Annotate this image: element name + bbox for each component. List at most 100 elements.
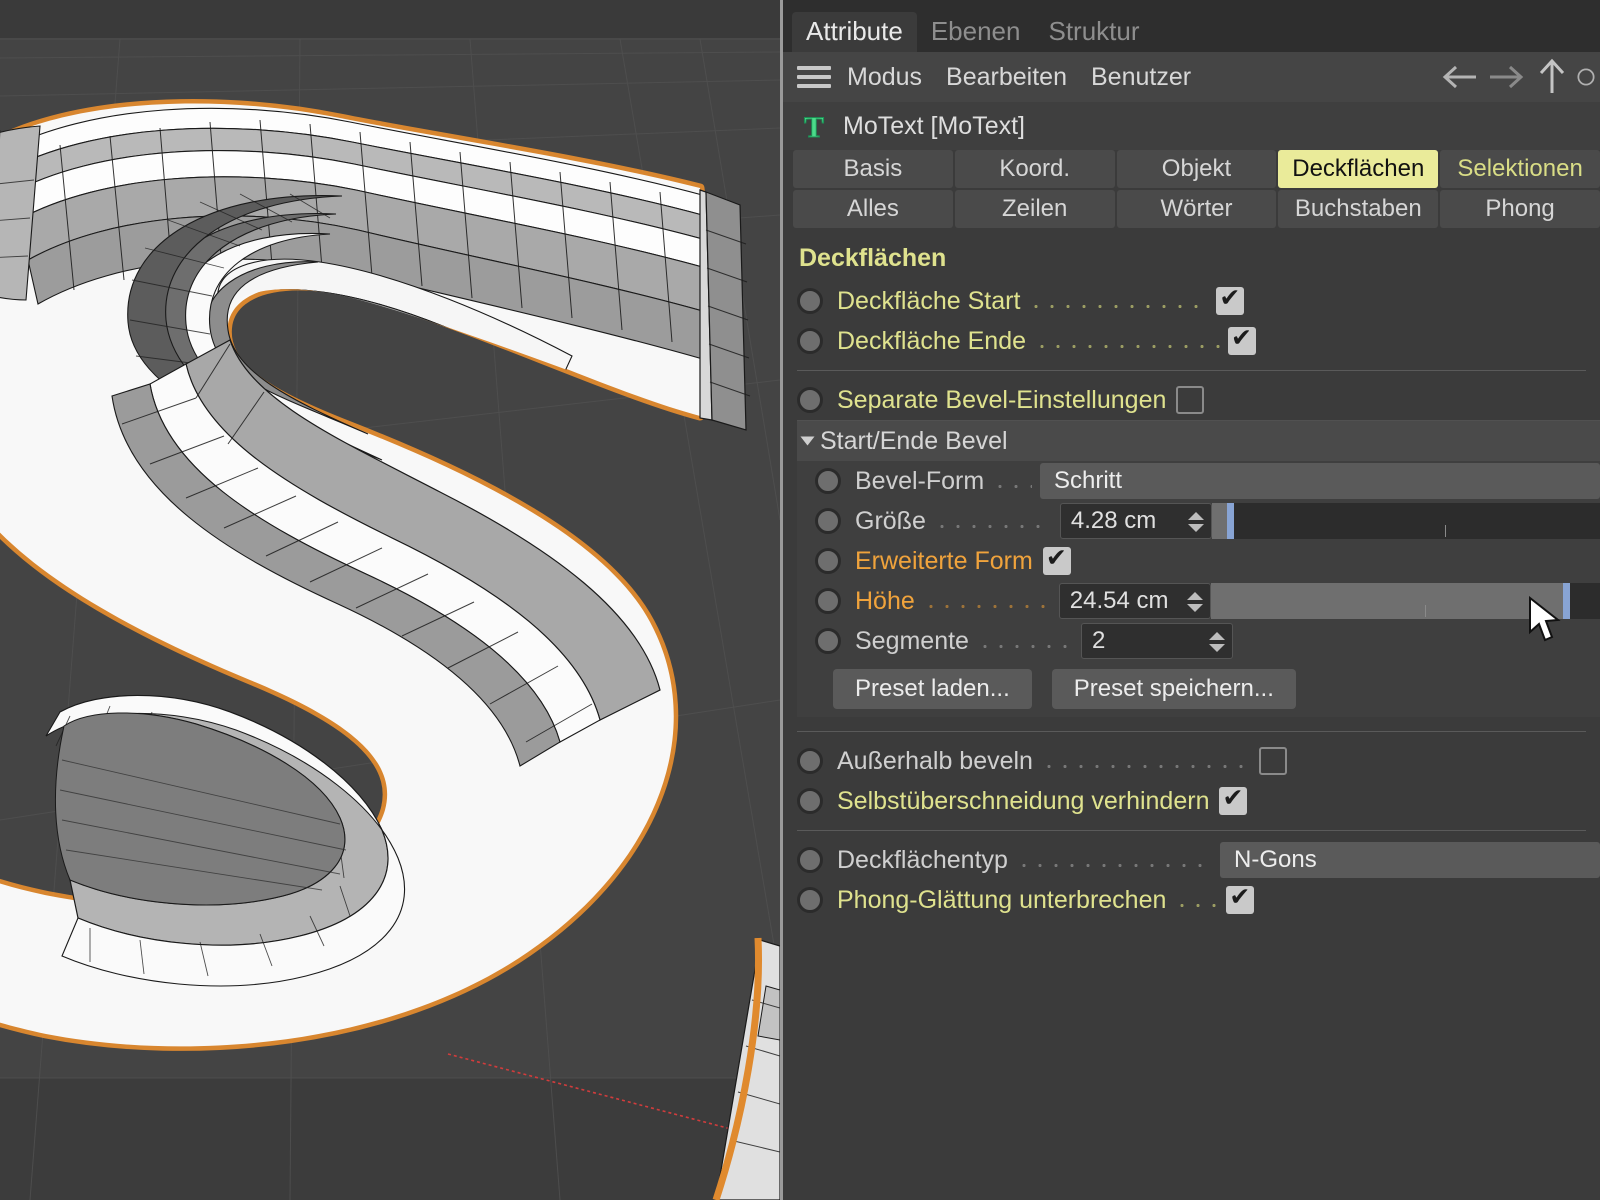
arrow-left-icon[interactable]	[1438, 57, 1482, 97]
row-separate-bevel: Separate Bevel-Einstellungen	[783, 380, 1600, 420]
tab-zeilen[interactable]: Zeilen	[954, 190, 1115, 228]
row-phong-glaettung: Phong-Glättung unterbrechen	[783, 880, 1600, 920]
animate-dot-separate-bevel[interactable]	[797, 387, 823, 413]
row-deckflaechentyp: Deckflächentyp N-Gons	[783, 840, 1600, 880]
checkbox-separate-bevel[interactable]	[1176, 386, 1205, 414]
animate-dot-selbstueberschneidung[interactable]	[797, 788, 823, 814]
checkbox-selbstueberschneidung[interactable]	[1219, 783, 1248, 815]
slider-knob	[1563, 583, 1571, 619]
s-right-endcap	[699, 189, 751, 431]
label-groesse: Größe	[855, 506, 926, 535]
divider	[797, 370, 1586, 371]
attribute-tab-row-1: Basis Koord. Objekt Deckflächen Selektio…	[793, 150, 1600, 188]
label-separate-bevel: Separate Bevel-Einstellungen	[837, 385, 1167, 414]
row-ausserhalb-beveln: Außerhalb beveln	[783, 741, 1600, 781]
value-hoehe: 24.54 cm	[1069, 587, 1169, 614]
animate-dot-phong-glaettung[interactable]	[797, 887, 823, 913]
menu-benutzer[interactable]: Benutzer	[1091, 63, 1191, 92]
panel-tab-struktur[interactable]: Struktur	[1034, 12, 1153, 52]
svg-text:T: T	[804, 111, 824, 143]
animate-dot-bevel-form[interactable]	[815, 468, 841, 494]
checkbox-ausserhalb-beveln[interactable]	[1258, 747, 1287, 775]
preset-laden-button[interactable]: Preset laden...	[833, 669, 1032, 709]
attribute-tab-row-2: Alles Zeilen Wörter Buchstaben Phong	[793, 190, 1600, 228]
row-segmente: Segmente 2	[797, 621, 1600, 661]
tab-woerter[interactable]: Wörter	[1116, 190, 1277, 228]
animate-dot-deckflaeche-start[interactable]	[797, 288, 823, 314]
tab-objekt[interactable]: Objekt	[1116, 150, 1277, 188]
label-hoehe: Höhe	[855, 586, 915, 615]
leader-dots	[1040, 749, 1251, 774]
attribute-manager-panel: Attribute Ebenen Struktur Modus Bearbeit…	[780, 0, 1600, 1200]
animate-dot-erweiterte-form[interactable]	[815, 548, 841, 574]
group-start-ende-bevel: Start/Ende Bevel Bevel-Form Schritt Größ…	[797, 420, 1600, 717]
checkbox-erweiterte-form[interactable]	[1042, 543, 1071, 575]
leader-dots	[933, 509, 1052, 534]
input-segmente[interactable]: 2	[1080, 623, 1233, 659]
checkbox-phong-glaettung[interactable]	[1226, 882, 1255, 914]
value-groesse: 4.28 cm	[1070, 507, 1157, 534]
leader-dots	[1034, 329, 1221, 354]
tab-phong[interactable]: Phong	[1440, 190, 1600, 228]
stepper-segmente[interactable]	[1208, 626, 1226, 658]
hamburger-icon[interactable]	[797, 66, 831, 88]
value-segmente: 2	[1091, 627, 1106, 654]
row-selbstueberschneidung: Selbstüberschneidung verhindern	[783, 781, 1600, 821]
leader-dots	[1174, 888, 1219, 913]
tab-selektionen[interactable]: Selektionen	[1440, 150, 1600, 188]
slider-hoehe[interactable]	[1210, 583, 1600, 619]
preset-speichern-button[interactable]: Preset speichern...	[1051, 669, 1296, 709]
panel-nav-icons	[1438, 52, 1596, 102]
label-deckflaechentyp: Deckflächentyp	[837, 845, 1008, 874]
menu-bearbeiten[interactable]: Bearbeiten	[946, 63, 1067, 92]
label-selbstueberschneidung: Selbstüberschneidung verhindern	[837, 786, 1210, 815]
animate-dot-ausserhalb-beveln[interactable]	[797, 748, 823, 774]
viewport-3d[interactable]	[0, 0, 780, 1200]
animate-dot-segmente[interactable]	[815, 628, 841, 654]
tab-buchstaben[interactable]: Buchstaben	[1278, 190, 1439, 228]
label-deckflaeche-start: Deckfläche Start	[837, 286, 1021, 315]
menu-modus[interactable]: Modus	[847, 63, 922, 92]
arrow-up-icon[interactable]	[1530, 57, 1574, 97]
dropdown-deckflaechentyp[interactable]: N-Gons	[1220, 842, 1600, 878]
row-preset-buttons: Preset laden... Preset speichern...	[797, 661, 1600, 717]
leader-dots	[976, 629, 1073, 654]
animate-dot-deckflaechentyp[interactable]	[797, 847, 823, 873]
label-segmente: Segmente	[855, 626, 969, 655]
panel-tab-ebenen[interactable]: Ebenen	[917, 12, 1035, 52]
leader-dots	[1028, 289, 1209, 314]
checkbox-deckflaeche-start[interactable]	[1216, 283, 1245, 315]
leader-dots	[992, 469, 1032, 494]
group-title: Start/Ende Bevel	[820, 426, 1008, 455]
checkbox-deckflaeche-ende[interactable]	[1228, 323, 1257, 355]
panel-tab-bar: Attribute Ebenen Struktur	[783, 0, 1600, 52]
input-groesse[interactable]: 4.28 cm	[1059, 503, 1212, 539]
tab-deckflaechen[interactable]: Deckflächen	[1278, 150, 1439, 188]
animate-dot-deckflaeche-ende[interactable]	[797, 328, 823, 354]
label-bevel-form: Bevel-Form	[855, 466, 985, 495]
object-name: MoText [MoText]	[843, 111, 1025, 140]
circle-icon[interactable]	[1576, 57, 1596, 97]
arrow-right-icon[interactable]	[1484, 57, 1528, 97]
tab-basis[interactable]: Basis	[793, 150, 953, 188]
panel-menu-bar: Modus Bearbeiten Benutzer	[783, 52, 1600, 102]
label-deckflaeche-ende: Deckfläche Ende	[837, 326, 1027, 355]
s-bottom-right-fragment	[712, 937, 780, 1200]
tab-alles[interactable]: Alles	[793, 190, 953, 228]
tab-koord[interactable]: Koord.	[954, 150, 1115, 188]
input-hoehe[interactable]: 24.54 cm	[1058, 583, 1211, 619]
group-header-start-ende-bevel[interactable]: Start/Ende Bevel	[797, 421, 1600, 461]
divider	[797, 731, 1586, 732]
row-hoehe: Höhe 24.54 cm	[797, 581, 1600, 621]
animate-dot-hoehe[interactable]	[815, 588, 841, 614]
stepper-groesse[interactable]	[1187, 506, 1205, 538]
stepper-hoehe[interactable]	[1186, 586, 1204, 618]
divider	[797, 830, 1586, 831]
dropdown-bevel-form[interactable]: Schritt	[1040, 463, 1600, 499]
slider-groesse[interactable]	[1211, 503, 1600, 539]
viewport-grid	[0, 38, 780, 1200]
label-ausserhalb-beveln: Außerhalb beveln	[837, 746, 1033, 775]
panel-tab-attribute[interactable]: Attribute	[792, 12, 917, 52]
cinema4d-window: Attribute Ebenen Struktur Modus Bearbeit…	[0, 0, 1600, 1200]
animate-dot-groesse[interactable]	[815, 508, 841, 534]
